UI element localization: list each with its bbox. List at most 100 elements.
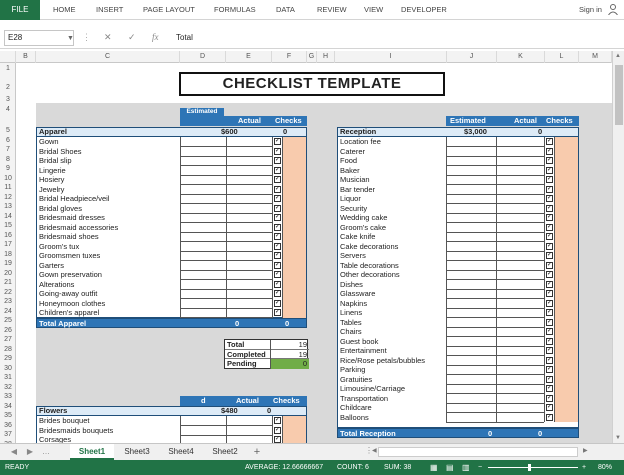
tab-developer[interactable]: DEVELOPER	[401, 0, 447, 20]
column-header[interactable]: J	[447, 51, 497, 63]
row-header[interactable]: 30	[0, 364, 16, 374]
check-icon[interactable]: ✓	[274, 290, 281, 297]
check-icon[interactable]: ✓	[274, 261, 281, 269]
check-icon[interactable]: ✓	[274, 223, 281, 231]
column-header[interactable]: G	[307, 51, 317, 63]
check-icon[interactable]: ✓	[274, 157, 281, 164]
row-header[interactable]: 11	[0, 183, 16, 193]
cancel-icon[interactable]: ✕	[104, 32, 112, 43]
check-icon[interactable]: ✓	[546, 356, 553, 364]
check-icon[interactable]: ✓	[274, 166, 281, 174]
horizontal-scrollbar[interactable]	[378, 447, 578, 457]
check-icon[interactable]: ✓	[546, 147, 553, 155]
tab-view[interactable]: VIEW	[364, 0, 383, 20]
check-icon[interactable]: ✓	[274, 185, 281, 193]
row-header[interactable]: 25	[0, 316, 16, 326]
scroll-up-icon[interactable]: ▲	[615, 53, 621, 59]
column-header[interactable]: C	[36, 51, 180, 63]
zoom-in-icon[interactable]: +	[582, 460, 586, 475]
check-icon[interactable]: ✓	[274, 138, 281, 145]
next-sheet-icon[interactable]: ▶	[24, 444, 36, 460]
row-header[interactable]: 15	[0, 221, 16, 231]
drag-handle-icon[interactable]: ⋮	[82, 32, 91, 43]
row-header[interactable]: 21	[0, 278, 16, 288]
zoom-slider-thumb[interactable]	[528, 464, 531, 471]
row-header[interactable]: 33	[0, 392, 16, 402]
row-header[interactable]: 9	[0, 164, 16, 174]
check-icon[interactable]: ✓	[546, 138, 553, 145]
prev-sheet-icon[interactable]: ◀	[8, 444, 20, 460]
check-icon[interactable]: ✓	[546, 280, 553, 288]
scroll-left-icon[interactable]: ◀	[372, 447, 377, 454]
check-icon[interactable]: ✓	[274, 299, 281, 307]
column-header[interactable]: B	[16, 51, 36, 63]
row-header[interactable]: 13	[0, 202, 16, 212]
name-box[interactable]: E28 ▼	[4, 30, 74, 46]
check-icon[interactable]: ✓	[546, 195, 553, 202]
row-header[interactable]: 18	[0, 250, 16, 260]
row-header[interactable]: 34	[0, 402, 16, 412]
zoom-level[interactable]: 80%	[598, 460, 612, 475]
sheet-tab-sheet3[interactable]: Sheet3	[116, 444, 158, 460]
check-icon[interactable]: ✓	[546, 290, 553, 297]
row-header[interactable]: 36	[0, 421, 16, 431]
check-icon[interactable]: ✓	[546, 176, 553, 183]
user-icon[interactable]	[608, 4, 618, 15]
chevron-down-icon[interactable]: ▼	[67, 32, 74, 46]
add-sheet-button[interactable]: +	[250, 444, 264, 460]
row-header[interactable]: 8	[0, 155, 16, 165]
check-icon[interactable]: ✓	[546, 242, 553, 250]
check-icon[interactable]: ✓	[546, 157, 553, 164]
row-header[interactable]: 37	[0, 430, 16, 440]
column-header[interactable]: M	[579, 51, 612, 63]
check-icon[interactable]: ✓	[546, 385, 553, 392]
check-icon[interactable]: ✓	[546, 261, 553, 269]
sheet-tab-sheet2[interactable]: Sheet2	[204, 444, 246, 460]
check-icon[interactable]: ✓	[274, 147, 281, 155]
check-icon[interactable]: ✓	[546, 375, 553, 383]
column-header[interactable]: K	[497, 51, 545, 63]
column-header[interactable]: L	[545, 51, 579, 63]
column-header[interactable]: F	[272, 51, 307, 63]
check-icon[interactable]: ✓	[546, 413, 553, 421]
sheet-tab-sheet4[interactable]: Sheet4	[160, 444, 202, 460]
check-icon[interactable]: ✓	[546, 318, 553, 326]
row-header[interactable]: 1	[0, 64, 16, 74]
function-icon[interactable]: fx	[152, 32, 159, 42]
check-icon[interactable]: ✓	[274, 252, 281, 259]
more-sheets-icon[interactable]: …	[40, 444, 52, 460]
check-icon[interactable]: ✓	[274, 271, 281, 278]
scroll-right-icon[interactable]: ▶	[583, 447, 588, 454]
page-break-view-icon[interactable]: ▥	[462, 460, 470, 475]
row-header[interactable]: 7	[0, 145, 16, 155]
row-header[interactable]: 3	[0, 95, 16, 105]
formula-input[interactable]: Total	[172, 30, 620, 46]
check-icon[interactable]: ✓	[546, 214, 553, 221]
row-header[interactable]: 6	[0, 136, 16, 146]
check-icon[interactable]: ✓	[274, 280, 281, 288]
check-icon[interactable]: ✓	[274, 233, 281, 240]
column-header[interactable]: E	[226, 51, 272, 63]
check-icon[interactable]: ✓	[546, 328, 553, 335]
check-icon[interactable]: ✓	[546, 204, 553, 212]
row-header[interactable]: 31	[0, 373, 16, 383]
check-icon[interactable]: ✓	[546, 309, 553, 316]
vertical-scrollbar[interactable]: ▲ ▼	[612, 51, 624, 443]
check-icon[interactable]: ✓	[274, 242, 281, 250]
check-icon[interactable]: ✓	[546, 185, 553, 193]
row-header[interactable]: 17	[0, 240, 16, 250]
tab-home[interactable]: HOME	[53, 0, 76, 20]
check-icon[interactable]: ✓	[546, 366, 553, 373]
check-icon[interactable]: ✓	[274, 417, 281, 424]
check-icon[interactable]: ✓	[274, 195, 281, 202]
row-header[interactable]: 26	[0, 326, 16, 336]
worksheet-grid[interactable]: CHECKLIST TEMPLATE Estimated Actual Chec…	[16, 63, 612, 443]
column-header[interactable]: D	[180, 51, 226, 63]
file-tab[interactable]: FILE	[0, 0, 40, 20]
row-header[interactable]: 14	[0, 212, 16, 222]
row-header[interactable]: 24	[0, 307, 16, 317]
tab-insert[interactable]: INSERT	[96, 0, 123, 20]
row-header[interactable]: 27	[0, 335, 16, 345]
sheet-tab-sheet1[interactable]: Sheet1	[70, 444, 114, 460]
column-header[interactable]: H	[317, 51, 335, 63]
